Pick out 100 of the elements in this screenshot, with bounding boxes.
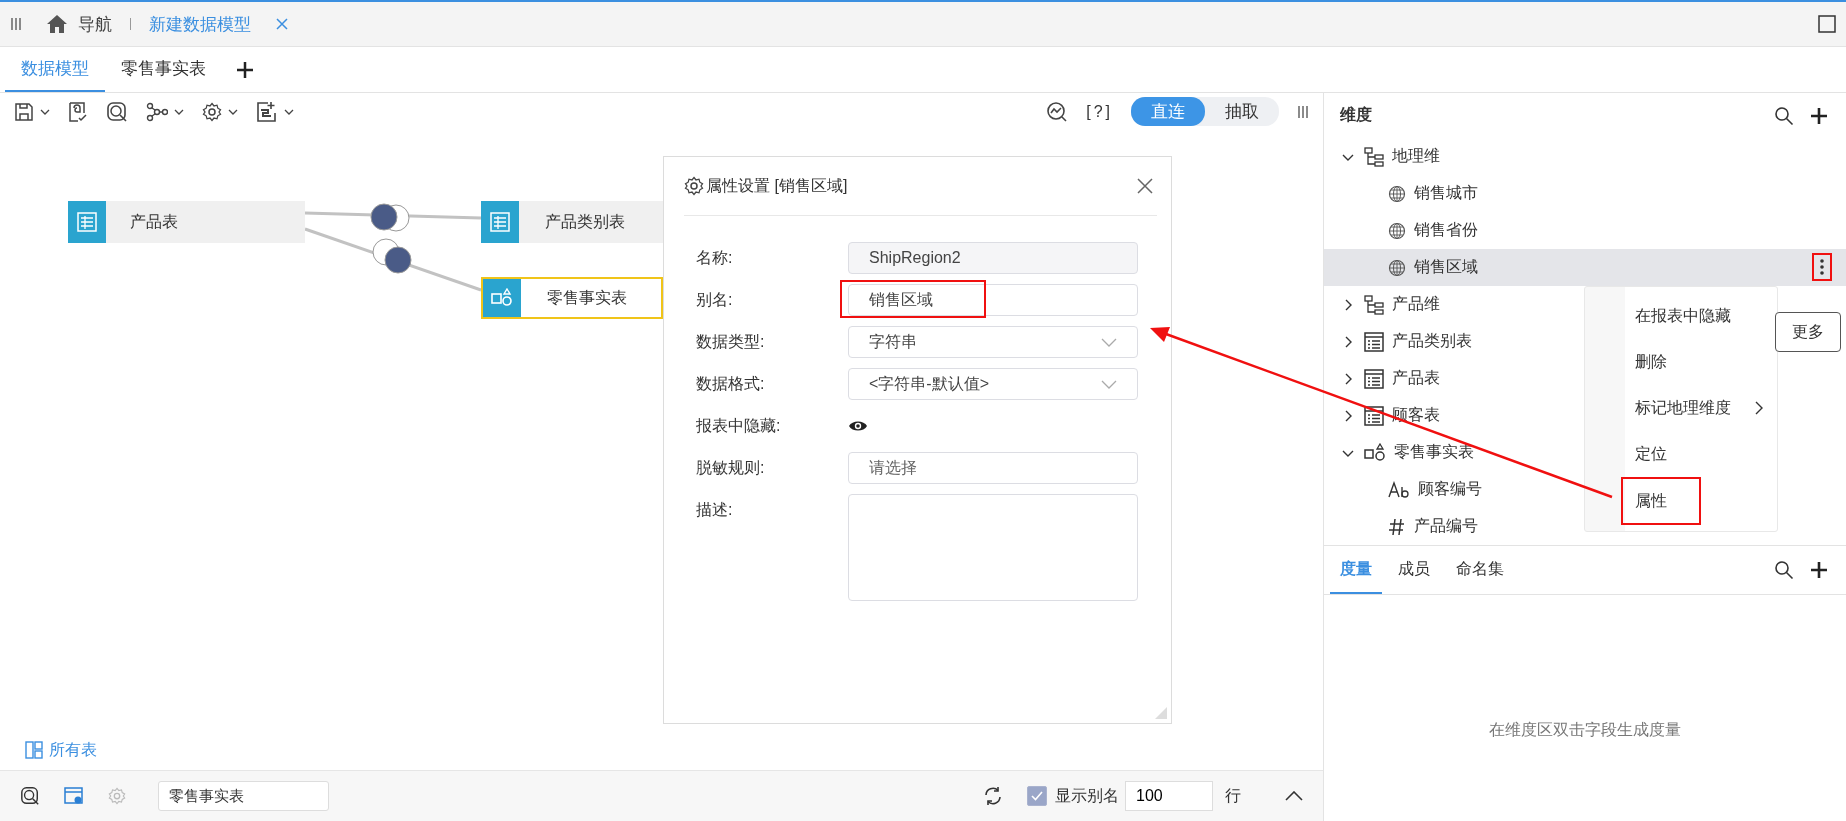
table-icon <box>1364 405 1384 426</box>
chevron-down-icon <box>1101 379 1117 389</box>
caret-icon <box>174 108 184 115</box>
tree-item[interactable]: 销售省份 <box>1368 220 1478 241</box>
tree-item[interactable]: 产品类别表 <box>1342 331 1472 352</box>
field-label: 脱敏规则: <box>696 457 766 478</box>
tree-item[interactable]: 顾客编号 <box>1368 479 1482 500</box>
close-icon[interactable] <box>1137 178 1153 194</box>
network-icon <box>146 101 168 122</box>
tree-item[interactable]: 地理维 <box>1342 146 1440 167</box>
tree-item[interactable]: 零售事实表 <box>1342 442 1474 463</box>
table-icon <box>1364 368 1384 389</box>
collapse-icon[interactable] <box>1285 791 1303 801</box>
refresh-icon[interactable] <box>983 786 1003 806</box>
tree-label: 销售区域 <box>1414 257 1478 277</box>
caret-icon <box>228 108 238 115</box>
description-field[interactable] <box>848 494 1138 601</box>
row-count-field[interactable]: 100 <box>1125 781 1213 811</box>
field-label: 数据格式: <box>696 373 766 394</box>
tab[interactable]: 数据模型 <box>5 47 105 92</box>
tab[interactable]: 命名集 <box>1446 546 1514 594</box>
tree-item[interactable]: 产品维 <box>1342 294 1440 315</box>
tree-label: 零售事实表 <box>1394 442 1474 462</box>
dropdown[interactable]: <字符串-默认值> <box>848 368 1138 400</box>
eye-icon[interactable] <box>848 419 868 433</box>
node-label: 产品表 <box>130 211 178 232</box>
save-menu-button[interactable] <box>14 101 50 122</box>
mode-toggle[interactable]: 抽取 <box>1205 97 1279 126</box>
maximize-icon[interactable] <box>1818 15 1836 33</box>
add-icon[interactable] <box>236 60 254 79</box>
report-check-icon[interactable] <box>68 100 88 123</box>
tree-label: 产品表 <box>1392 368 1440 388</box>
search-icon[interactable] <box>1774 560 1794 580</box>
home-icon[interactable] <box>46 14 68 34</box>
globe-icon <box>1388 184 1406 203</box>
table-node[interactable]: 产品表 <box>68 201 305 243</box>
nav-link[interactable]: 导航 <box>78 12 112 36</box>
more-icon <box>1820 259 1824 275</box>
tooltip: 更多 <box>1775 312 1841 352</box>
tree-item[interactable]: 产品表 <box>1342 368 1440 389</box>
field-label: 数据类型: <box>696 331 766 352</box>
menu-item[interactable]: 定位 <box>1585 431 1777 477</box>
menu-handle-icon[interactable] <box>10 17 22 31</box>
caret-icon <box>40 108 50 115</box>
shapes-icon <box>1364 442 1386 463</box>
layout-icon <box>25 741 43 759</box>
hierarchy-icon <box>1364 294 1384 315</box>
tree-item[interactable]: 销售区域 <box>1324 249 1846 286</box>
checkbox[interactable] <box>1027 786 1047 806</box>
tab[interactable]: 零售事实表 <box>105 47 222 92</box>
save-icon <box>14 101 34 122</box>
relation-menu-button[interactable] <box>146 101 184 122</box>
tree-label: 销售城市 <box>1414 183 1478 203</box>
tree-label: 地理维 <box>1392 146 1440 166</box>
table-icon <box>490 212 510 232</box>
tree-item[interactable]: 销售城市 <box>1368 183 1478 204</box>
tree-item[interactable]: 产品编号 <box>1368 516 1478 537</box>
table-icon <box>1364 331 1384 352</box>
panel-handle-icon[interactable] <box>1297 104 1309 119</box>
close-icon[interactable] <box>275 17 289 31</box>
tree-label: 顾客编号 <box>1418 479 1482 499</box>
dropdown[interactable]: 请选择 <box>848 452 1138 484</box>
field-label: 别名: <box>696 289 734 310</box>
add-icon[interactable] <box>1810 561 1828 579</box>
image-menu-button[interactable] <box>256 100 294 123</box>
menu-item[interactable]: 标记地理维度 <box>1585 385 1777 431</box>
field-label: 报表中隐藏: <box>696 415 782 436</box>
window-settings-icon[interactable] <box>64 786 84 806</box>
image-edit-icon <box>256 100 278 123</box>
search-icon[interactable] <box>1774 105 1794 126</box>
tree-label: 产品编号 <box>1414 516 1478 536</box>
table-name-field[interactable]: 零售事实表 <box>158 781 329 811</box>
dropdown[interactable]: 字符串 <box>848 326 1138 358</box>
name-field: ShipRegion2 <box>848 242 1138 274</box>
field-label: 描述: <box>696 500 734 520</box>
alias-field[interactable]: 销售区域 <box>848 284 1138 316</box>
menu-item[interactable]: 删除 <box>1585 339 1777 385</box>
tree-label: 产品维 <box>1392 294 1440 314</box>
menu-item[interactable]: 在报表中隐藏 <box>1585 293 1777 339</box>
join-icon[interactable] <box>370 203 410 232</box>
number-field-icon <box>1388 517 1406 536</box>
resize-grip-icon[interactable] <box>1155 707 1167 719</box>
help-button[interactable]: [?] <box>1086 102 1113 121</box>
settings-icon <box>684 176 704 196</box>
join-icon[interactable] <box>372 238 412 274</box>
search-frame-icon[interactable] <box>20 786 40 806</box>
settings-menu-button[interactable] <box>202 101 238 122</box>
globe-icon <box>1388 221 1406 240</box>
table-node[interactable]: 零售事实表 <box>481 277 663 319</box>
search-frame-icon[interactable] <box>106 100 128 123</box>
settings-icon <box>202 101 222 122</box>
chart-search-icon[interactable] <box>1046 100 1069 123</box>
add-icon[interactable] <box>1810 106 1828 125</box>
node-label: 产品类别表 <box>545 211 625 232</box>
globe-icon <box>1388 258 1406 277</box>
dialog-title: 属性设置 [销售区域] <box>706 175 848 196</box>
show-alias-label: 显示别名 <box>1055 785 1119 806</box>
menu-item[interactable]: 属性 <box>1621 477 1701 525</box>
tab[interactable]: 成员 <box>1388 546 1440 594</box>
text-field-icon <box>1388 480 1410 499</box>
